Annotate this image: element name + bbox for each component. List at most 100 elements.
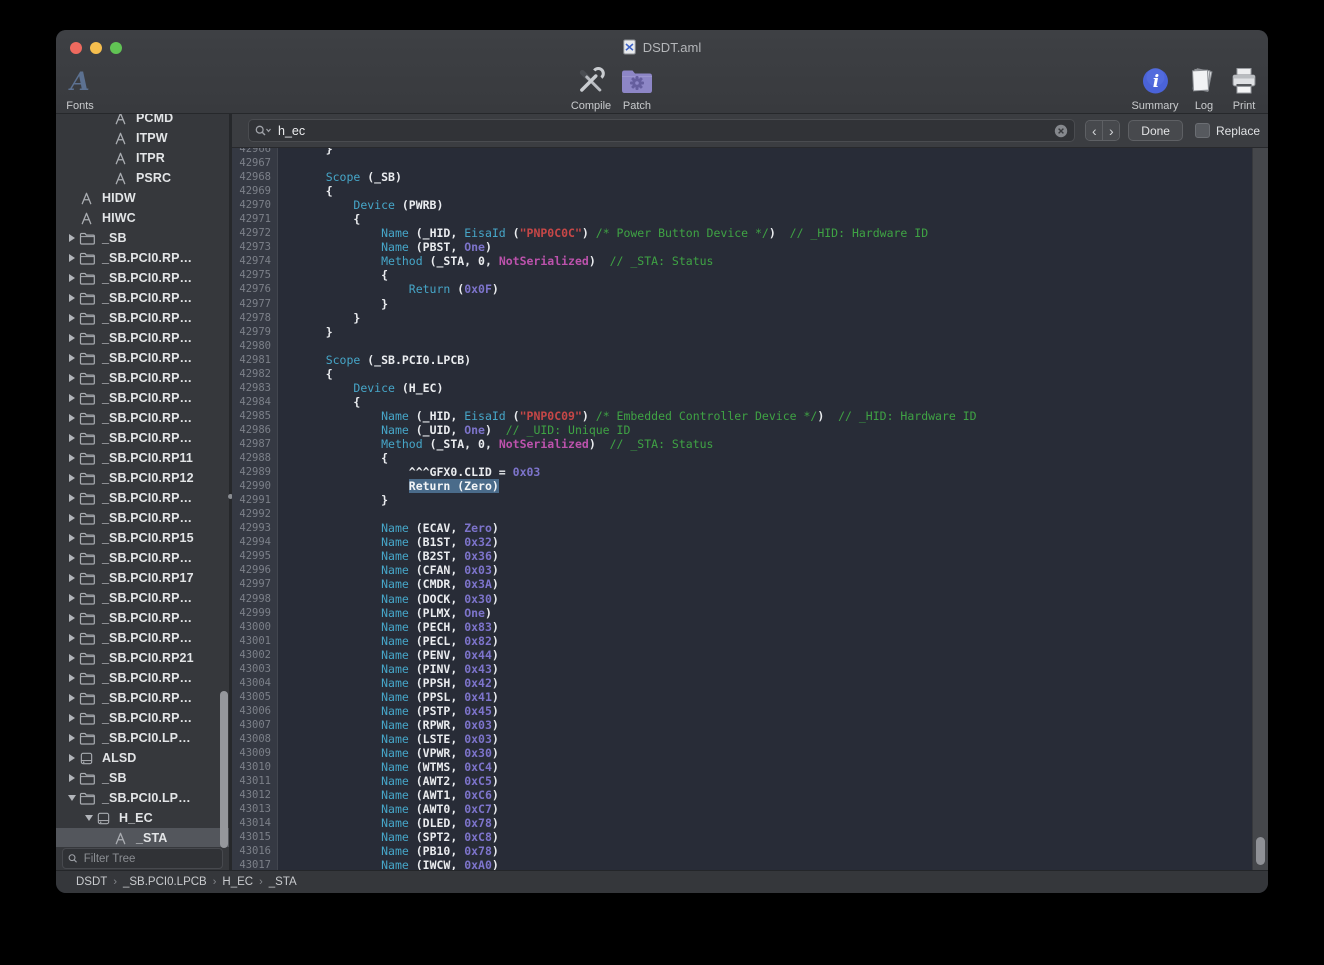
code-line[interactable]: 43009 Name (VPWR, 0x30) [232, 746, 1268, 760]
disclosure-triangle[interactable] [64, 354, 79, 362]
tree-item[interactable]: ITPR [56, 148, 229, 168]
disclosure-triangle[interactable] [64, 334, 79, 342]
tree-item[interactable]: _SB.PCI0.RP11 [56, 448, 229, 468]
code-line[interactable]: 42967 [232, 156, 1268, 170]
code-line[interactable]: 42978 } [232, 311, 1268, 325]
fonts-button[interactable]: A Fonts [66, 64, 94, 112]
tree-item[interactable]: _SB.PCI0.RP… [56, 288, 229, 308]
tree-item[interactable]: _SB.PCI0.RP17 [56, 568, 229, 588]
code-line[interactable]: 42998 Name (DOCK, 0x30) [232, 592, 1268, 606]
disclosure-triangle[interactable] [64, 554, 79, 562]
code-line[interactable]: 42975 { [232, 268, 1268, 282]
disclosure-triangle[interactable] [64, 274, 79, 282]
disclosure-triangle[interactable] [64, 454, 79, 462]
disclosure-triangle[interactable] [64, 734, 79, 742]
code-line[interactable]: 42976 Return (0x0F) [232, 282, 1268, 296]
code-line[interactable]: 42985 Name (_HID, EisaId ("PNP0C09") /* … [232, 409, 1268, 423]
disclosure-triangle[interactable] [64, 795, 79, 801]
tree-item[interactable]: _SB.PCI0.RP21 [56, 648, 229, 668]
disclosure-triangle[interactable] [64, 374, 79, 382]
disclosure-triangle[interactable] [64, 494, 79, 502]
disclosure-triangle[interactable] [64, 614, 79, 622]
code-line[interactable]: 43014 Name (DLED, 0x78) [232, 816, 1268, 830]
tree-item[interactable]: _SB [56, 228, 229, 248]
code-line[interactable]: 42983 Device (H_EC) [232, 381, 1268, 395]
code-line[interactable]: 43008 Name (LSTE, 0x03) [232, 732, 1268, 746]
disclosure-triangle[interactable] [64, 394, 79, 402]
code-line[interactable]: 43010 Name (WTMS, 0xC4) [232, 760, 1268, 774]
disclosure-triangle[interactable] [81, 815, 96, 821]
disclosure-triangle[interactable] [64, 654, 79, 662]
replace-checkbox[interactable] [1195, 123, 1210, 138]
find-previous-button[interactable]: ‹ [1086, 121, 1103, 140]
tree-item[interactable]: _SB.PCI0.RP… [56, 308, 229, 328]
compile-button[interactable]: Compile [571, 64, 611, 112]
code-line[interactable]: 42986 Name (_UID, One) // _UID: Unique I… [232, 423, 1268, 437]
tree-item[interactable]: ALSD [56, 748, 229, 768]
disclosure-triangle[interactable] [64, 514, 79, 522]
disclosure-triangle[interactable] [64, 414, 79, 422]
tree-item[interactable]: _SB.PCI0.RP… [56, 668, 229, 688]
code-line[interactable]: 43004 Name (PPSH, 0x42) [232, 676, 1268, 690]
code-line[interactable]: 43007 Name (RPWR, 0x03) [232, 718, 1268, 732]
breadcrumb-item[interactable]: _STA [269, 876, 297, 888]
code-line[interactable]: 42988 { [232, 451, 1268, 465]
tree-item[interactable]: _SB.PCI0.RP… [56, 428, 229, 448]
disclosure-triangle[interactable] [64, 294, 79, 302]
tree-item[interactable]: _SB.PCI0.RP… [56, 608, 229, 628]
code-line[interactable]: 42972 Name (_HID, EisaId ("PNP0C0C") /* … [232, 226, 1268, 240]
tree-item[interactable]: _SB.PCI0.LP… [56, 728, 229, 748]
disclosure-triangle[interactable] [64, 674, 79, 682]
code-line[interactable]: 42987 Method (_STA, 0, NotSerialized) //… [232, 437, 1268, 451]
code-line[interactable]: 42973 Name (PBST, One) [232, 240, 1268, 254]
tree-item[interactable]: _SB.PCI0.RP… [56, 328, 229, 348]
code-line[interactable]: 43013 Name (AWT0, 0xC7) [232, 802, 1268, 816]
code-line[interactable]: 43002 Name (PENV, 0x44) [232, 648, 1268, 662]
code-line[interactable]: 42996 Name (CFAN, 0x03) [232, 563, 1268, 577]
disclosure-triangle[interactable] [64, 314, 79, 322]
disclosure-triangle[interactable] [64, 574, 79, 582]
code-line[interactable]: 42974 Method (_STA, 0, NotSerialized) //… [232, 254, 1268, 268]
code-line[interactable]: 42971 { [232, 212, 1268, 226]
tree-item[interactable]: _SB.PCI0.RP… [56, 268, 229, 288]
code-line[interactable]: 43015 Name (SPT2, 0xC8) [232, 830, 1268, 844]
tree-item[interactable]: _SB.PCI0.RP… [56, 708, 229, 728]
code-line[interactable]: 42981 Scope (_SB.PCI0.LPCB) [232, 353, 1268, 367]
disclosure-triangle[interactable] [64, 714, 79, 722]
code-line[interactable]: 42968 Scope (_SB) [232, 170, 1268, 184]
code-line[interactable]: 43012 Name (AWT1, 0xC6) [232, 788, 1268, 802]
disclosure-triangle[interactable] [64, 694, 79, 702]
disclosure-triangle[interactable] [64, 774, 79, 782]
code-line[interactable]: 42990 Return (Zero) [232, 479, 1268, 493]
code-line[interactable]: 43006 Name (PSTP, 0x45) [232, 704, 1268, 718]
minimize-window-button[interactable] [90, 42, 102, 54]
disclosure-triangle[interactable] [64, 254, 79, 262]
tree-item[interactable]: _SB.PCI0.RP… [56, 348, 229, 368]
tree-item[interactable]: _STA [56, 828, 229, 847]
tree-item[interactable]: _SB.PCI0.RP… [56, 508, 229, 528]
disclosure-triangle[interactable] [64, 534, 79, 542]
find-input[interactable] [276, 123, 1049, 139]
tree-item[interactable]: _SB.PCI0.RP… [56, 488, 229, 508]
code-line[interactable]: 42999 Name (PLMX, One) [232, 606, 1268, 620]
print-button[interactable]: Print [1229, 64, 1259, 112]
code-line[interactable]: 42966 } [232, 148, 1268, 156]
code-line[interactable]: 42980 [232, 339, 1268, 353]
tree-item[interactable]: _SB.PCI0.RP… [56, 688, 229, 708]
filter-tree-field[interactable] [62, 848, 223, 869]
zoom-window-button[interactable] [110, 42, 122, 54]
code-line[interactable]: 42982 { [232, 367, 1268, 381]
tree-item[interactable]: PCMD [56, 114, 229, 128]
tree-item[interactable]: _SB.PCI0.RP… [56, 588, 229, 608]
tree-item[interactable]: _SB.PCI0.LP… [56, 788, 229, 808]
code-line[interactable]: 42984 { [232, 395, 1268, 409]
code-line[interactable]: 42995 Name (B2ST, 0x36) [232, 549, 1268, 563]
code-line[interactable]: 42993 Name (ECAV, Zero) [232, 521, 1268, 535]
summary-button[interactable]: i Summary [1131, 64, 1178, 112]
tree-item[interactable]: HIWC [56, 208, 229, 228]
tree-item[interactable]: _SB.PCI0.RP12 [56, 468, 229, 488]
breadcrumb-item[interactable]: DSDT [76, 876, 107, 888]
disclosure-triangle[interactable] [64, 434, 79, 442]
code-editor[interactable]: 42966 }4296742968 Scope (_SB)42969 {4297… [232, 148, 1268, 871]
find-field[interactable] [248, 119, 1075, 142]
